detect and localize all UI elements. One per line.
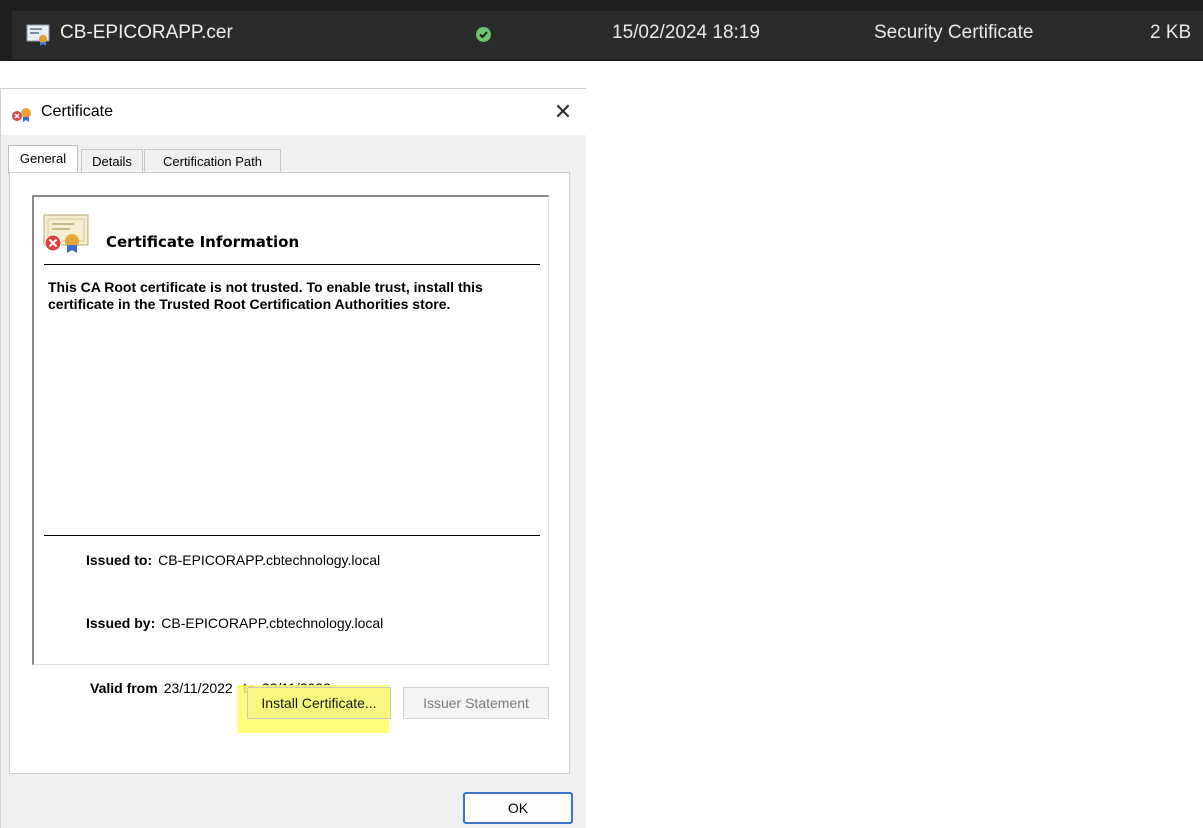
certificate-info-box: Certificate Information This CA Root cer…	[32, 195, 549, 696]
certificate-info-title: Certificate Information	[106, 233, 300, 251]
close-button[interactable]: ✕	[547, 97, 579, 127]
issued-to-row: Issued to: CB-EPICORAPP.cbtechnology.loca…	[86, 552, 380, 568]
certificate-dialog: Certificate ✕ General Details Certificat…	[0, 88, 586, 828]
tab-general[interactable]: General	[8, 145, 78, 174]
file-name[interactable]: CB-EPICORAPP.cer	[60, 22, 233, 44]
certificate-warning-icon	[12, 108, 31, 122]
install-certificate-button[interactable]: Install Certificate...	[247, 687, 391, 719]
dialog-title: Certificate	[41, 103, 114, 120]
issued-by-label: Issued by:	[86, 615, 156, 631]
file-date: 15/02/2024 18:19	[612, 22, 760, 43]
trust-warning-text: This CA Root certificate is not trusted.…	[48, 279, 483, 312]
issued-by-row: Issued by: CB-EPICORAPP.cbtechnology.loca…	[86, 615, 383, 631]
certificate-untrusted-icon	[43, 214, 89, 253]
issuer-statement-button[interactable]: Issuer Statement	[403, 687, 549, 719]
file-row[interactable]: CB-EPICORAPP.cer 15/02/2024 18:19 Securi…	[0, 0, 1203, 61]
green-check-icon	[476, 27, 491, 42]
ok-button[interactable]: OK	[463, 792, 573, 824]
valid-from-label: Valid from	[90, 680, 158, 696]
general-tab-panel: Certificate Information This CA Root cer…	[9, 172, 570, 774]
divider-bottom	[44, 535, 540, 536]
certificate-file-icon	[26, 24, 50, 46]
close-icon: ✕	[553, 99, 573, 124]
divider-top	[44, 264, 540, 265]
issued-to-label: Issued to:	[86, 552, 153, 568]
tab-details[interactable]: Details	[81, 149, 143, 174]
issued-to-value: CB-EPICORAPP.cbtechnology.local	[158, 552, 381, 568]
title-bar[interactable]: Certificate ✕	[1, 89, 586, 135]
issued-by-value: CB-EPICORAPP.cbtechnology.local	[161, 615, 384, 631]
tab-certification-path[interactable]: Certification Path	[144, 149, 281, 174]
file-type: Security Certificate	[874, 22, 1034, 43]
file-size: 2 KB	[1150, 22, 1192, 43]
valid-from-value: 23/11/2022	[163, 680, 233, 696]
